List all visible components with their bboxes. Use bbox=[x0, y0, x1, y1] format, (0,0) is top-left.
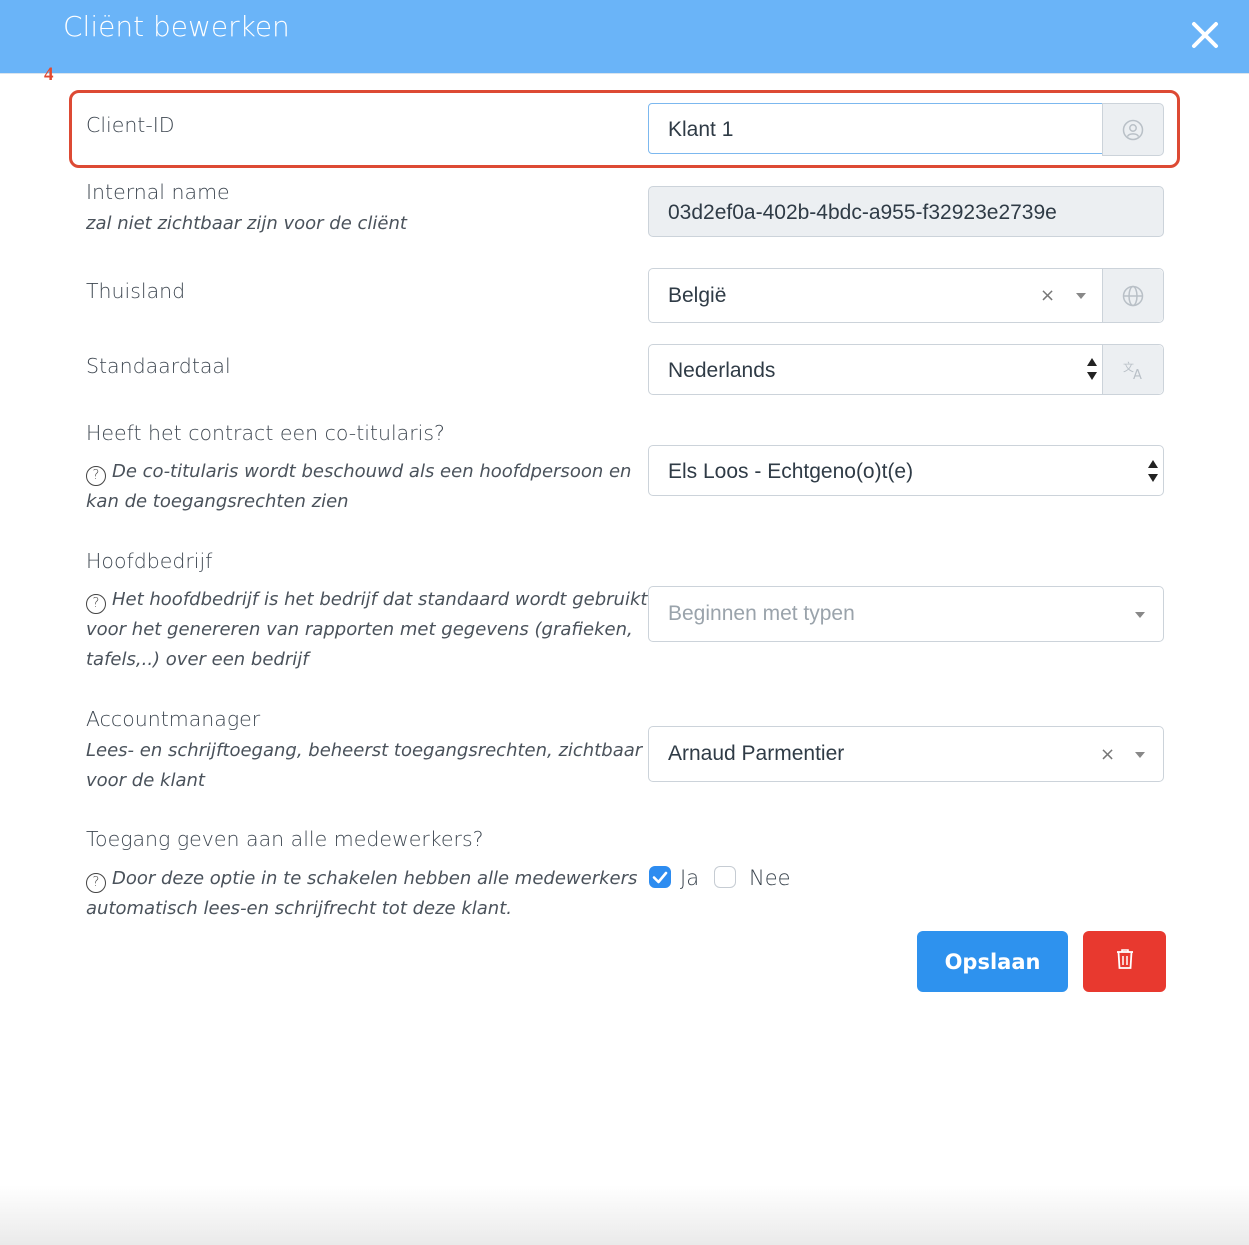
home-country-value: België bbox=[668, 284, 727, 307]
clear-country-icon[interactable]: × bbox=[1040, 285, 1055, 306]
clear-manager-icon[interactable]: × bbox=[1100, 744, 1115, 765]
home-country-select[interactable]: België × bbox=[648, 268, 1164, 323]
question-circle-icon[interactable]: ? bbox=[86, 594, 106, 614]
updown-arrows-icon[interactable] bbox=[1148, 460, 1158, 482]
home-country-addon bbox=[1102, 269, 1163, 322]
question-circle-icon[interactable]: ? bbox=[86, 873, 106, 893]
client-id-field: Klant 1 bbox=[648, 103, 1164, 156]
home-country-label: Thuisland bbox=[86, 279, 186, 303]
internal-name-value: 03d2ef0a-402b-4bdc-a955-f32923e2739e bbox=[668, 201, 1057, 224]
close-icon[interactable] bbox=[1186, 16, 1224, 54]
main-company-hint: ? Het hoofdbedrijf is het bedrijf dat sta… bbox=[86, 589, 648, 670]
language-value: Nederlands bbox=[668, 359, 776, 382]
updown-arrows-icon[interactable] bbox=[1087, 358, 1097, 380]
client-id-label: Client-ID bbox=[86, 113, 175, 137]
chevron-down-icon[interactable] bbox=[1076, 293, 1086, 299]
co-holder-value: Els Loos - Echtgeno(o)t(e) bbox=[668, 460, 914, 483]
language-select[interactable]: Nederlands 文 A bbox=[648, 344, 1164, 395]
checkmark-icon bbox=[652, 871, 668, 884]
translate-icon: 文 A bbox=[1123, 360, 1142, 381]
client-id-value: Klant 1 bbox=[668, 118, 734, 141]
language-addon: 文 A bbox=[1102, 345, 1163, 394]
checkbox-nee[interactable] bbox=[714, 866, 736, 888]
dialog-title: Cliënt bewerken bbox=[63, 10, 290, 43]
globe-icon bbox=[1122, 285, 1144, 306]
account-manager-label: Accountmanager bbox=[86, 707, 261, 731]
client-id-input[interactable]: Klant 1 bbox=[648, 103, 1105, 154]
main-company-label: Hoofdbedrijf bbox=[86, 549, 213, 573]
question-circle-icon[interactable]: ? bbox=[86, 466, 106, 486]
trash-icon bbox=[1116, 949, 1133, 969]
save-button[interactable]: Opslaan bbox=[917, 931, 1068, 992]
main-company-placeholder: Beginnen met typen bbox=[668, 602, 855, 625]
internal-name-hint: zal niet zichtbaar zijn voor de cliënt bbox=[86, 213, 407, 234]
account-manager-select[interactable]: Arnaud Parmentier × bbox=[648, 726, 1164, 782]
option-nee-label[interactable]: Nee bbox=[749, 866, 791, 890]
staff-access-label: Toegang geven aan alle medewerkers? bbox=[86, 827, 484, 851]
account-manager-hint: Lees- en schrijftoegang, beheerst toegan… bbox=[86, 740, 643, 791]
chevron-down-icon[interactable] bbox=[1135, 752, 1145, 758]
svg-text:A: A bbox=[1133, 368, 1142, 381]
delete-button[interactable] bbox=[1083, 931, 1166, 992]
internal-name-input: 03d2ef0a-402b-4bdc-a955-f32923e2739e bbox=[648, 186, 1164, 237]
co-holder-select[interactable]: Els Loos - Echtgeno(o)t(e) bbox=[648, 445, 1164, 496]
client-id-addon bbox=[1102, 103, 1164, 156]
internal-name-label: Internal name bbox=[86, 180, 230, 204]
bottom-shadow bbox=[0, 1185, 1249, 1245]
dialog-header: Cliënt bewerken bbox=[0, 0, 1249, 74]
user-circle-icon bbox=[1122, 119, 1144, 140]
main-company-select[interactable]: Beginnen met typen bbox=[648, 586, 1164, 642]
account-manager-value: Arnaud Parmentier bbox=[668, 742, 845, 765]
co-holder-label: Heeft het contract een co-titularis? bbox=[86, 421, 445, 445]
staff-access-hint: ? Door deze optie in te schakelen hebben … bbox=[86, 868, 638, 919]
chevron-down-icon[interactable] bbox=[1135, 612, 1145, 618]
language-label: Standaardtaal bbox=[86, 354, 231, 378]
co-holder-hint: ? De co-titularis wordt beschouwd als een… bbox=[86, 461, 632, 512]
checkbox-ja[interactable] bbox=[649, 866, 671, 888]
step-marker: 4 bbox=[44, 64, 54, 85]
option-ja-label[interactable]: Ja bbox=[680, 866, 699, 890]
